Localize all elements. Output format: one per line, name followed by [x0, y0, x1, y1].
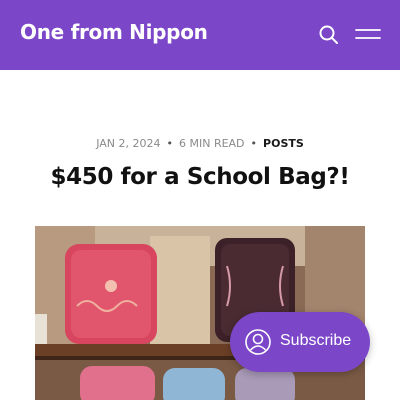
subscribe-button[interactable]: Subscribe: [230, 312, 370, 372]
site-header: One from Nippon: [0, 0, 400, 70]
hamburger-menu-icon: [355, 29, 381, 39]
meta-separator: •: [250, 137, 258, 150]
menu-button[interactable]: [354, 26, 382, 44]
post-tag-link[interactable]: POSTS: [263, 137, 304, 150]
post-date: JAN 2, 2024: [96, 137, 161, 150]
site-title[interactable]: One from Nippon: [20, 20, 208, 44]
search-icon: [319, 25, 338, 44]
post-read-time: 6 MIN READ: [178, 137, 245, 150]
post-title: $450 for a School Bag?!: [50, 164, 350, 190]
search-button[interactable]: [318, 24, 340, 46]
wordpress-reader-icon: [245, 329, 271, 355]
subscribe-label: Subscribe: [280, 332, 352, 349]
post-meta: JAN 2, 2024 • 6 MIN READ • POSTS: [0, 137, 400, 150]
meta-separator: •: [166, 137, 173, 150]
